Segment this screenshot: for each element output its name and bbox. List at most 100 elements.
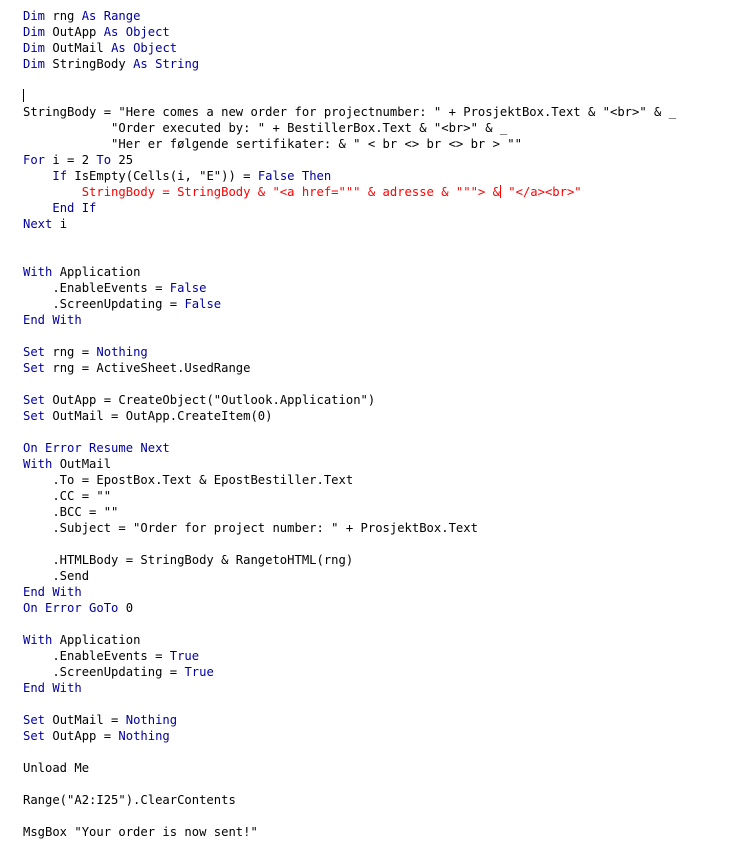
code-line[interactable]: On Error GoTo 0 bbox=[23, 600, 746, 616]
code-line[interactable] bbox=[23, 616, 746, 632]
code-line[interactable] bbox=[23, 376, 746, 392]
code-line[interactable]: "Order executed by: " + BestillerBox.Tex… bbox=[23, 120, 746, 136]
code-line[interactable]: .Subject = "Order for project number: " … bbox=[23, 520, 746, 536]
code-line[interactable]: End With bbox=[23, 680, 746, 696]
code-line[interactable]: Dim StringBody As String bbox=[23, 56, 746, 72]
code-line[interactable] bbox=[23, 808, 746, 824]
code-line[interactable] bbox=[23, 328, 746, 344]
code-keyword: Set bbox=[23, 345, 46, 359]
code-text: rng = ActiveSheet.UsedRange bbox=[45, 361, 251, 375]
code-line[interactable]: StringBody = StringBody & "<a href=""" &… bbox=[23, 184, 746, 200]
code-text: Application bbox=[52, 265, 141, 279]
code-line[interactable]: With Application bbox=[23, 264, 746, 280]
code-line[interactable]: .To = EpostBox.Text & EpostBestiller.Tex… bbox=[23, 472, 746, 488]
code-text: "Order executed by: " + BestillerBox.Tex… bbox=[23, 121, 508, 135]
code-line[interactable]: StringBody = "Here comes a new order for… bbox=[23, 104, 746, 120]
code-line[interactable]: End With bbox=[23, 584, 746, 600]
code-line[interactable]: Range("A2:I25").ClearContents bbox=[23, 792, 746, 808]
code-keyword: On Error Resume Next bbox=[23, 441, 170, 455]
code-keyword: End With bbox=[23, 681, 82, 695]
code-line[interactable] bbox=[23, 232, 746, 248]
code-line[interactable]: MsgBox "Your order is now sent!" bbox=[23, 824, 746, 840]
code-line[interactable] bbox=[23, 536, 746, 552]
code-keyword: Object bbox=[125, 25, 170, 39]
code-line[interactable]: For i = 2 To 25 bbox=[23, 152, 746, 168]
code-text: IsEmpty(Cells(i, "E")) = bbox=[67, 169, 258, 183]
code-keyword: End If bbox=[52, 201, 97, 215]
code-line[interactable]: Dim rng As Range bbox=[23, 8, 746, 24]
code-line[interactable] bbox=[23, 248, 746, 264]
code-line[interactable]: Set rng = ActiveSheet.UsedRange bbox=[23, 360, 746, 376]
code-keyword: False bbox=[257, 169, 295, 183]
code-keyword: If bbox=[52, 169, 68, 183]
code-line[interactable]: "Her er følgende sertifikater: & " < br … bbox=[23, 136, 746, 152]
code-line[interactable]: .CC = "" bbox=[23, 488, 746, 504]
code-line[interactable]: .EnableEvents = False bbox=[23, 280, 746, 296]
code-line[interactable] bbox=[23, 776, 746, 792]
code-text: rng bbox=[45, 9, 82, 23]
code-line[interactable]: Dim OutApp As Object bbox=[23, 24, 746, 40]
code-line[interactable]: .Send bbox=[23, 568, 746, 584]
code-line[interactable]: Set OutMail = OutApp.CreateItem(0) bbox=[23, 408, 746, 424]
code-text: rng = bbox=[45, 345, 97, 359]
code-keyword: With bbox=[23, 457, 53, 471]
code-line[interactable] bbox=[23, 424, 746, 440]
code-line[interactable]: Next i bbox=[23, 216, 746, 232]
code-line[interactable]: End With bbox=[23, 312, 746, 328]
text-caret bbox=[23, 89, 24, 102]
code-keyword: Object bbox=[133, 41, 178, 55]
code-line[interactable]: Set OutMail = Nothing bbox=[23, 712, 746, 728]
code-keyword: End With bbox=[23, 585, 82, 599]
code-line[interactable] bbox=[23, 696, 746, 712]
code-keyword: False bbox=[184, 297, 222, 311]
code-line[interactable]: End If bbox=[23, 200, 746, 216]
code-error-text: "</a><br>" bbox=[500, 185, 582, 199]
code-text: .HTMLBody = StringBody & RangetoHTML(rng… bbox=[23, 553, 354, 567]
code-line[interactable]: .EnableEvents = True bbox=[23, 648, 746, 664]
code-keyword: As bbox=[103, 25, 119, 39]
code-text: StringBody = "Here comes a new order for… bbox=[23, 105, 677, 119]
code-keyword: Nothing bbox=[118, 729, 170, 743]
code-line[interactable]: On Error Resume Next bbox=[23, 440, 746, 456]
code-line[interactable]: Set OutApp = Nothing bbox=[23, 728, 746, 744]
code-keyword: True bbox=[169, 649, 200, 663]
code-keyword: End With bbox=[23, 313, 82, 327]
code-keyword: False bbox=[169, 281, 207, 295]
code-text: .Send bbox=[23, 569, 90, 583]
code-line[interactable]: Set rng = Nothing bbox=[23, 344, 746, 360]
code-line[interactable] bbox=[23, 88, 746, 104]
code-text: StringBody bbox=[45, 57, 134, 71]
code-keyword: Set bbox=[23, 409, 46, 423]
code-line[interactable]: With OutMail bbox=[23, 456, 746, 472]
code-line[interactable]: Set OutApp = CreateObject("Outlook.Appli… bbox=[23, 392, 746, 408]
code-line[interactable]: .BCC = "" bbox=[23, 504, 746, 520]
code-text-area[interactable]: Dim rng As Range Dim OutApp As Object Dim … bbox=[23, 8, 746, 840]
code-text: i = 2 bbox=[45, 153, 97, 167]
code-keyword: Set bbox=[23, 361, 46, 375]
code-keyword: Set bbox=[23, 393, 46, 407]
code-text: .EnableEvents = bbox=[23, 649, 170, 663]
code-line[interactable]: .ScreenUpdating = False bbox=[23, 296, 746, 312]
code-text: .Subject = "Order for project number: " … bbox=[23, 521, 478, 535]
code-line[interactable]: .ScreenUpdating = True bbox=[23, 664, 746, 680]
code-line[interactable]: With Application bbox=[23, 632, 746, 648]
code-line[interactable]: .HTMLBody = StringBody & RangetoHTML(rng… bbox=[23, 552, 746, 568]
code-text: Unload Me bbox=[23, 761, 90, 775]
code-line[interactable] bbox=[23, 72, 746, 88]
code-keyword: Dim bbox=[23, 41, 46, 55]
code-text: .EnableEvents = bbox=[23, 281, 170, 295]
code-line[interactable]: Dim OutMail As Object bbox=[23, 40, 746, 56]
code-line[interactable] bbox=[23, 744, 746, 760]
code-text: Application bbox=[52, 633, 141, 647]
code-text: .ScreenUpdating = bbox=[23, 297, 185, 311]
code-keyword: Nothing bbox=[125, 713, 178, 727]
code-line[interactable]: Unload Me bbox=[23, 760, 746, 776]
code-keyword: On Error GoTo bbox=[23, 601, 119, 615]
code-editor-pane[interactable]: Dim rng As Range Dim OutApp As Object Dim … bbox=[0, 0, 746, 864]
code-line[interactable]: If IsEmpty(Cells(i, "E")) = False Then bbox=[23, 168, 746, 184]
